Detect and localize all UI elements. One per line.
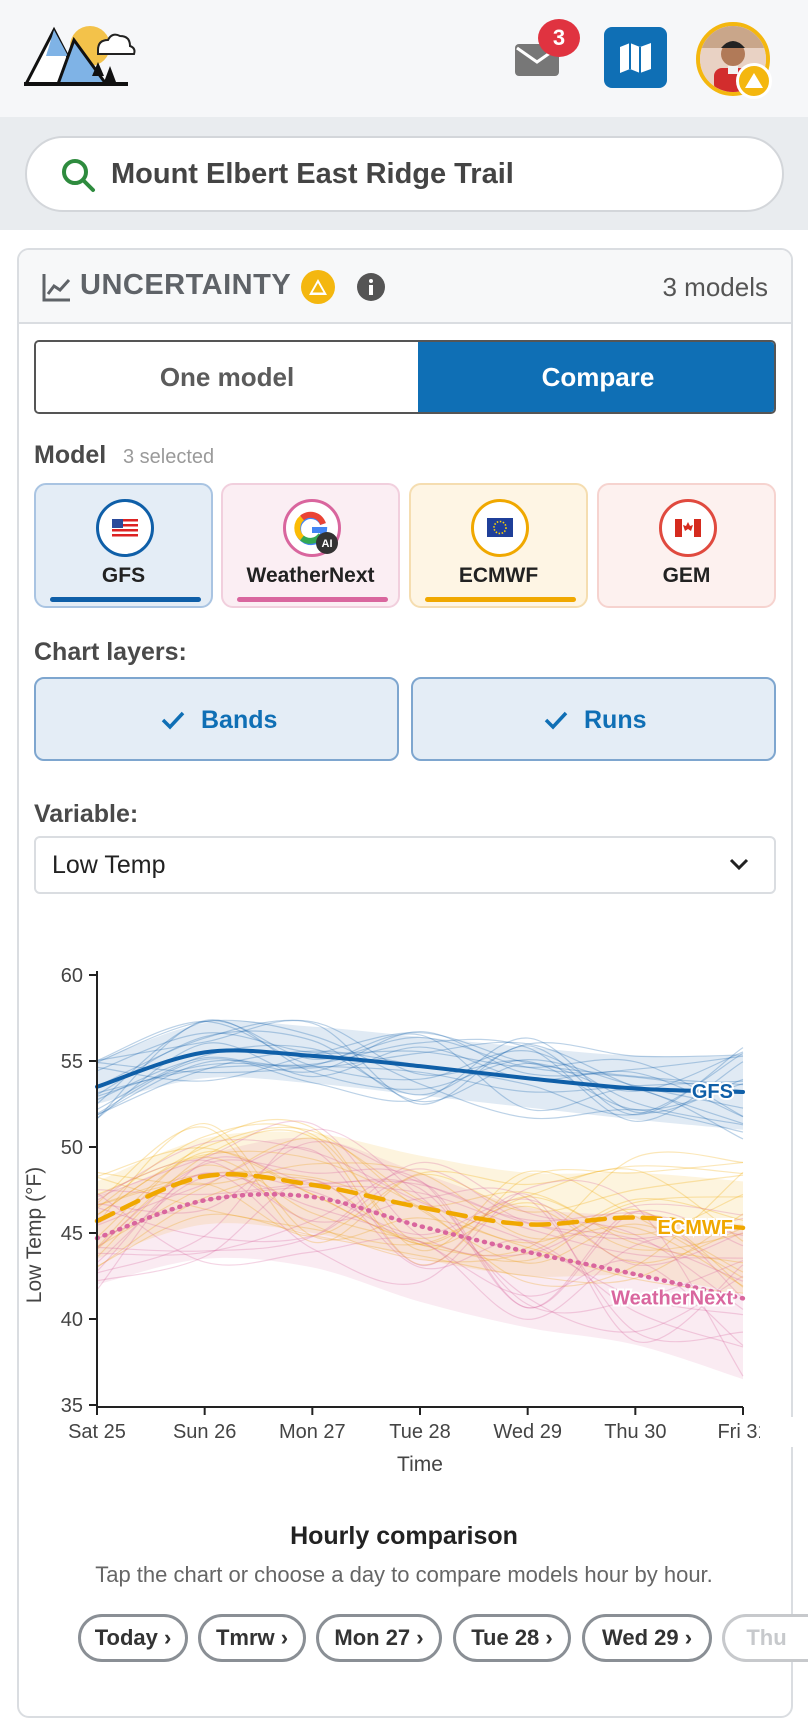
mountain-logo-icon[interactable] <box>24 22 136 94</box>
y-tick-label: 60 <box>61 965 83 987</box>
google-ai-icon: AI <box>283 499 341 557</box>
eu-flag-icon <box>471 499 529 557</box>
x-tick-label: Thu 30 <box>604 1421 666 1443</box>
x-tick-label: Mon 27 <box>279 1421 346 1443</box>
layer-label-runs: Runs <box>584 706 647 735</box>
series-label-weathernext: WeatherNext <box>611 1287 733 1309</box>
model-selected-count: 3 selected <box>123 446 214 469</box>
hourly-comparison-subtitle: Tap the chart or choose a day to compare… <box>0 1562 808 1588</box>
day-pill-tue-28[interactable]: Tue 28 › <box>453 1614 571 1662</box>
model-color-bar <box>50 597 201 602</box>
chevron-down-icon <box>728 856 750 872</box>
uncertainty-chart[interactable]: GFS ECMWF WeatherNext 35 40 45 50 55 60 Sat 25 Sun… <box>0 950 808 1500</box>
map-icon <box>604 27 667 88</box>
day-pill-thu[interactable]: Thu <box>722 1614 808 1662</box>
variable-label: Variable: <box>34 800 138 829</box>
day-pill-mon-27[interactable]: Mon 27 › <box>316 1614 442 1662</box>
y-tick-label: 55 <box>61 1051 83 1073</box>
card-title: UNCERTAINTY <box>80 269 291 302</box>
check-icon <box>543 709 569 731</box>
search-value: Mount Elbert East Ridge Trail <box>111 158 514 191</box>
model-name-weathernext: WeatherNext <box>223 564 398 588</box>
tab-one-model[interactable]: One model <box>36 342 418 412</box>
variable-select[interactable]: Low Temp <box>34 836 776 894</box>
info-icon[interactable] <box>357 273 385 301</box>
models-count: 3 models <box>663 272 769 303</box>
label-clip-mask <box>760 1417 808 1447</box>
notification-badge: 3 <box>538 19 580 57</box>
model-card-gem[interactable]: GEM <box>597 483 776 608</box>
variable-value: Low Temp <box>52 851 166 880</box>
search-input[interactable]: Mount Elbert East Ridge Trail <box>25 136 784 212</box>
series-label-ecmwf: ECMWF <box>657 1217 733 1239</box>
us-flag-icon <box>96 499 154 557</box>
warning-triangle-icon[interactable] <box>301 270 335 304</box>
day-pill-today[interactable]: Today › <box>78 1614 188 1662</box>
warning-triangle-icon <box>736 63 772 99</box>
y-tick-label: 35 <box>61 1395 83 1417</box>
mode-toggle: One model Compare <box>34 340 776 414</box>
search-icon <box>59 156 97 194</box>
y-tick-label: 40 <box>61 1309 83 1331</box>
y-tick-label: 45 <box>61 1223 83 1245</box>
x-tick-label: Sat 25 <box>68 1421 126 1443</box>
layer-label-bands: Bands <box>201 706 277 735</box>
model-color-bar <box>425 597 576 602</box>
x-tick-label: Wed 29 <box>493 1421 562 1443</box>
day-pill-wed-29[interactable]: Wed 29 › <box>582 1614 712 1662</box>
model-color-bar <box>237 597 388 602</box>
hourly-comparison-title: Hourly comparison <box>0 1522 808 1551</box>
x-axis-title: Time <box>397 1453 443 1476</box>
y-axis-title: Low Temp (°F) <box>23 1167 46 1303</box>
x-tick-label: Sun 26 <box>173 1421 236 1443</box>
layer-toggle-bands[interactable]: Bands <box>34 677 399 761</box>
svg-text:AI: AI <box>322 538 333 550</box>
tab-compare[interactable]: Compare <box>418 342 776 412</box>
model-label: Model <box>34 441 106 470</box>
x-tick-label: Tue 28 <box>389 1421 451 1443</box>
series-label-gfs: GFS <box>692 1081 733 1103</box>
model-card-gfs[interactable]: GFS <box>34 483 213 608</box>
chart-layers-label: Chart layers: <box>34 638 187 667</box>
canada-flag-icon <box>659 499 717 557</box>
y-tick-label: 50 <box>61 1137 83 1159</box>
model-name-gfs: GFS <box>36 564 211 588</box>
model-name-gem: GEM <box>599 564 774 588</box>
model-name-ecmwf: ECMWF <box>411 564 586 588</box>
day-pill-tomorrow[interactable]: Tmrw › <box>198 1614 306 1662</box>
map-button[interactable] <box>604 27 667 88</box>
line-chart-icon <box>42 272 72 302</box>
check-icon <box>160 709 186 731</box>
layer-toggle-runs[interactable]: Runs <box>411 677 776 761</box>
model-card-ecmwf[interactable]: ECMWF <box>409 483 588 608</box>
model-card-weathernext[interactable]: AI WeatherNext <box>221 483 400 608</box>
